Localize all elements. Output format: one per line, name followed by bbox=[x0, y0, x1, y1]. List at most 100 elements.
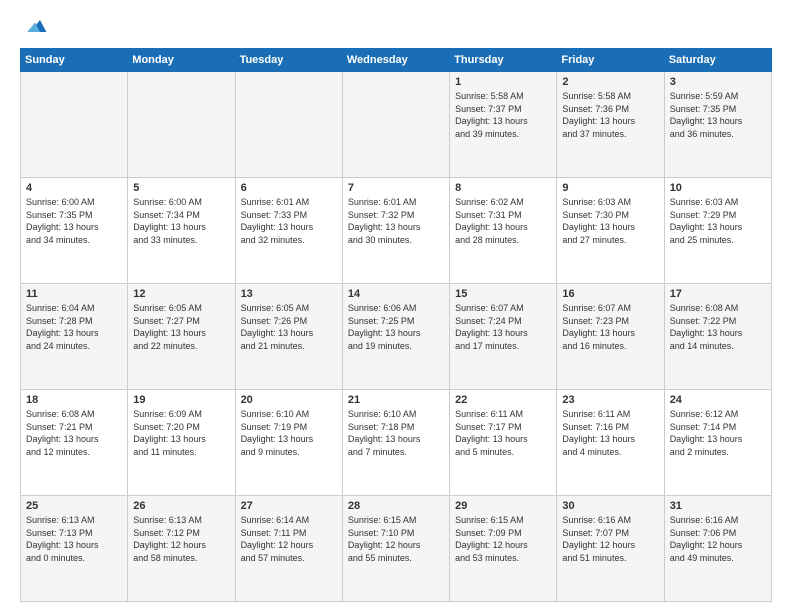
day-info: Sunrise: 6:08 AMSunset: 7:21 PMDaylight:… bbox=[26, 408, 122, 458]
calendar-cell: 5Sunrise: 6:00 AMSunset: 7:34 PMDaylight… bbox=[128, 178, 235, 284]
day-info: Sunrise: 6:06 AMSunset: 7:25 PMDaylight:… bbox=[348, 302, 444, 352]
calendar-cell: 23 Sunrise: 6:11 AMSunset: 7:16 PMDayligh… bbox=[557, 390, 664, 496]
calendar-cell: 4 Sunrise: 6:00 AMSunset: 7:35 PMDaylight… bbox=[21, 178, 128, 284]
weekday-header-saturday: Saturday bbox=[664, 49, 771, 72]
weekday-header-row: SundayMondayTuesdayWednesdayThursdayFrid… bbox=[21, 49, 772, 72]
calendar-cell: 9Sunrise: 6:03 AMSunset: 7:30 PMDaylight… bbox=[557, 178, 664, 284]
calendar-cell: 10Sunrise: 6:03 AMSunset: 7:29 PMDayligh… bbox=[664, 178, 771, 284]
calendar-cell: 1Sunrise: 5:58 AMSunset: 7:37 PMDaylight… bbox=[450, 72, 557, 178]
day-number: 23 bbox=[562, 394, 658, 406]
calendar-cell: 22 Sunrise: 6:11 AMSunset: 7:17 PMDayligh… bbox=[450, 390, 557, 496]
day-info: Sunrise: 6:13 AMSunset: 7:13 PMDaylight:… bbox=[26, 514, 122, 564]
calendar-cell: 12 Sunrise: 6:05 AMSunset: 7:27 PMDayligh… bbox=[128, 284, 235, 390]
day-info: Sunrise: 6:08 AMSunset: 7:22 PMDaylight:… bbox=[670, 302, 766, 352]
weekday-header-monday: Monday bbox=[128, 49, 235, 72]
day-number: 20 bbox=[241, 394, 337, 406]
day-number: 12 bbox=[133, 288, 229, 300]
day-number: 3 bbox=[670, 76, 766, 88]
day-info: Sunrise: 6:15 AMSunset: 7:09 PMDaylight:… bbox=[455, 514, 551, 564]
day-info: Sunrise: 6:16 AMSunset: 7:07 PMDaylight:… bbox=[562, 514, 658, 564]
calendar-cell: 21 Sunrise: 6:10 AMSunset: 7:18 PMDayligh… bbox=[342, 390, 449, 496]
day-number: 30 bbox=[562, 500, 658, 512]
day-number: 11 bbox=[26, 288, 122, 300]
day-number: 6 bbox=[241, 182, 337, 194]
day-info: Sunrise: 6:11 AMSunset: 7:16 PMDaylight:… bbox=[562, 408, 658, 458]
day-number: 19 bbox=[133, 394, 229, 406]
day-info: Sunrise: 6:01 AMSunset: 7:32 PMDaylight:… bbox=[348, 196, 444, 246]
calendar-table: SundayMondayTuesdayWednesdayThursdayFrid… bbox=[20, 48, 772, 602]
day-number: 27 bbox=[241, 500, 337, 512]
header bbox=[20, 16, 772, 40]
calendar-cell bbox=[342, 72, 449, 178]
calendar-cell: 26Sunrise: 6:13 AMSunset: 7:12 PMDayligh… bbox=[128, 496, 235, 602]
calendar-cell: 7 Sunrise: 6:01 AMSunset: 7:32 PMDaylight… bbox=[342, 178, 449, 284]
day-info: Sunrise: 6:14 AMSunset: 7:11 PMDaylight:… bbox=[241, 514, 337, 564]
day-info: Sunrise: 6:07 AMSunset: 7:24 PMDaylight:… bbox=[455, 302, 551, 352]
weekday-header-wednesday: Wednesday bbox=[342, 49, 449, 72]
day-info: Sunrise: 5:58 AMSunset: 7:37 PMDaylight:… bbox=[455, 90, 551, 140]
weekday-header-thursday: Thursday bbox=[450, 49, 557, 72]
day-number: 24 bbox=[670, 394, 766, 406]
weekday-header-sunday: Sunday bbox=[21, 49, 128, 72]
day-number: 25 bbox=[26, 500, 122, 512]
day-info: Sunrise: 6:02 AMSunset: 7:31 PMDaylight:… bbox=[455, 196, 551, 246]
calendar-cell: 13Sunrise: 6:05 AMSunset: 7:26 PMDayligh… bbox=[235, 284, 342, 390]
calendar-cell: 29 Sunrise: 6:15 AMSunset: 7:09 PMDayligh… bbox=[450, 496, 557, 602]
day-number: 14 bbox=[348, 288, 444, 300]
calendar-cell: 16Sunrise: 6:07 AMSunset: 7:23 PMDayligh… bbox=[557, 284, 664, 390]
calendar-week-2: 4 Sunrise: 6:00 AMSunset: 7:35 PMDaylight… bbox=[21, 178, 772, 284]
day-info: Sunrise: 6:12 AMSunset: 7:14 PMDaylight:… bbox=[670, 408, 766, 458]
page: SundayMondayTuesdayWednesdayThursdayFrid… bbox=[0, 0, 792, 612]
day-number: 8 bbox=[455, 182, 551, 194]
day-info: Sunrise: 6:15 AMSunset: 7:10 PMDaylight:… bbox=[348, 514, 444, 564]
weekday-header-friday: Friday bbox=[557, 49, 664, 72]
day-number: 16 bbox=[562, 288, 658, 300]
day-info: Sunrise: 6:09 AMSunset: 7:20 PMDaylight:… bbox=[133, 408, 229, 458]
day-number: 2 bbox=[562, 76, 658, 88]
day-number: 17 bbox=[670, 288, 766, 300]
calendar-cell: 17 Sunrise: 6:08 AMSunset: 7:22 PMDayligh… bbox=[664, 284, 771, 390]
calendar-week-1: 1Sunrise: 5:58 AMSunset: 7:37 PMDaylight… bbox=[21, 72, 772, 178]
calendar-cell: 3 Sunrise: 5:59 AMSunset: 7:35 PMDaylight… bbox=[664, 72, 771, 178]
calendar-cell: 14 Sunrise: 6:06 AMSunset: 7:25 PMDayligh… bbox=[342, 284, 449, 390]
calendar-cell: 31Sunrise: 6:16 AMSunset: 7:06 PMDayligh… bbox=[664, 496, 771, 602]
day-info: Sunrise: 6:10 AMSunset: 7:19 PMDaylight:… bbox=[241, 408, 337, 458]
calendar-cell: 20 Sunrise: 6:10 AMSunset: 7:19 PMDayligh… bbox=[235, 390, 342, 496]
day-info: Sunrise: 6:01 AMSunset: 7:33 PMDaylight:… bbox=[241, 196, 337, 246]
day-info: Sunrise: 6:00 AMSunset: 7:35 PMDaylight:… bbox=[26, 196, 122, 246]
day-number: 4 bbox=[26, 182, 122, 194]
day-number: 7 bbox=[348, 182, 444, 194]
day-info: Sunrise: 5:59 AMSunset: 7:35 PMDaylight:… bbox=[670, 90, 766, 140]
day-number: 9 bbox=[562, 182, 658, 194]
day-number: 21 bbox=[348, 394, 444, 406]
day-number: 26 bbox=[133, 500, 229, 512]
calendar-cell: 27 Sunrise: 6:14 AMSunset: 7:11 PMDayligh… bbox=[235, 496, 342, 602]
calendar-cell bbox=[128, 72, 235, 178]
day-info: Sunrise: 6:10 AMSunset: 7:18 PMDaylight:… bbox=[348, 408, 444, 458]
day-number: 29 bbox=[455, 500, 551, 512]
day-number: 28 bbox=[348, 500, 444, 512]
calendar-week-3: 11 Sunrise: 6:04 AMSunset: 7:28 PMDayligh… bbox=[21, 284, 772, 390]
calendar-cell: 28 Sunrise: 6:15 AMSunset: 7:10 PMDayligh… bbox=[342, 496, 449, 602]
calendar-week-4: 18 Sunrise: 6:08 AMSunset: 7:21 PMDayligh… bbox=[21, 390, 772, 496]
day-info: Sunrise: 6:04 AMSunset: 7:28 PMDaylight:… bbox=[26, 302, 122, 352]
calendar-cell bbox=[235, 72, 342, 178]
day-number: 13 bbox=[241, 288, 337, 300]
calendar-cell: 15 Sunrise: 6:07 AMSunset: 7:24 PMDayligh… bbox=[450, 284, 557, 390]
calendar-cell: 11 Sunrise: 6:04 AMSunset: 7:28 PMDayligh… bbox=[21, 284, 128, 390]
day-info: Sunrise: 6:05 AMSunset: 7:27 PMDaylight:… bbox=[133, 302, 229, 352]
calendar-cell: 25 Sunrise: 6:13 AMSunset: 7:13 PMDayligh… bbox=[21, 496, 128, 602]
logo bbox=[20, 16, 48, 40]
day-number: 22 bbox=[455, 394, 551, 406]
calendar-cell: 6 Sunrise: 6:01 AMSunset: 7:33 PMDaylight… bbox=[235, 178, 342, 284]
day-number: 15 bbox=[455, 288, 551, 300]
day-info: Sunrise: 6:03 AMSunset: 7:29 PMDaylight:… bbox=[670, 196, 766, 246]
calendar-cell: 8 Sunrise: 6:02 AMSunset: 7:31 PMDaylight… bbox=[450, 178, 557, 284]
day-info: Sunrise: 6:00 AMSunset: 7:34 PMDaylight:… bbox=[133, 196, 229, 246]
day-number: 18 bbox=[26, 394, 122, 406]
day-info: Sunrise: 6:11 AMSunset: 7:17 PMDaylight:… bbox=[455, 408, 551, 458]
calendar-cell: 30 Sunrise: 6:16 AMSunset: 7:07 PMDayligh… bbox=[557, 496, 664, 602]
calendar-cell bbox=[21, 72, 128, 178]
day-info: Sunrise: 6:16 AMSunset: 7:06 PMDaylight:… bbox=[670, 514, 766, 564]
calendar-cell: 2Sunrise: 5:58 AMSunset: 7:36 PMDaylight… bbox=[557, 72, 664, 178]
